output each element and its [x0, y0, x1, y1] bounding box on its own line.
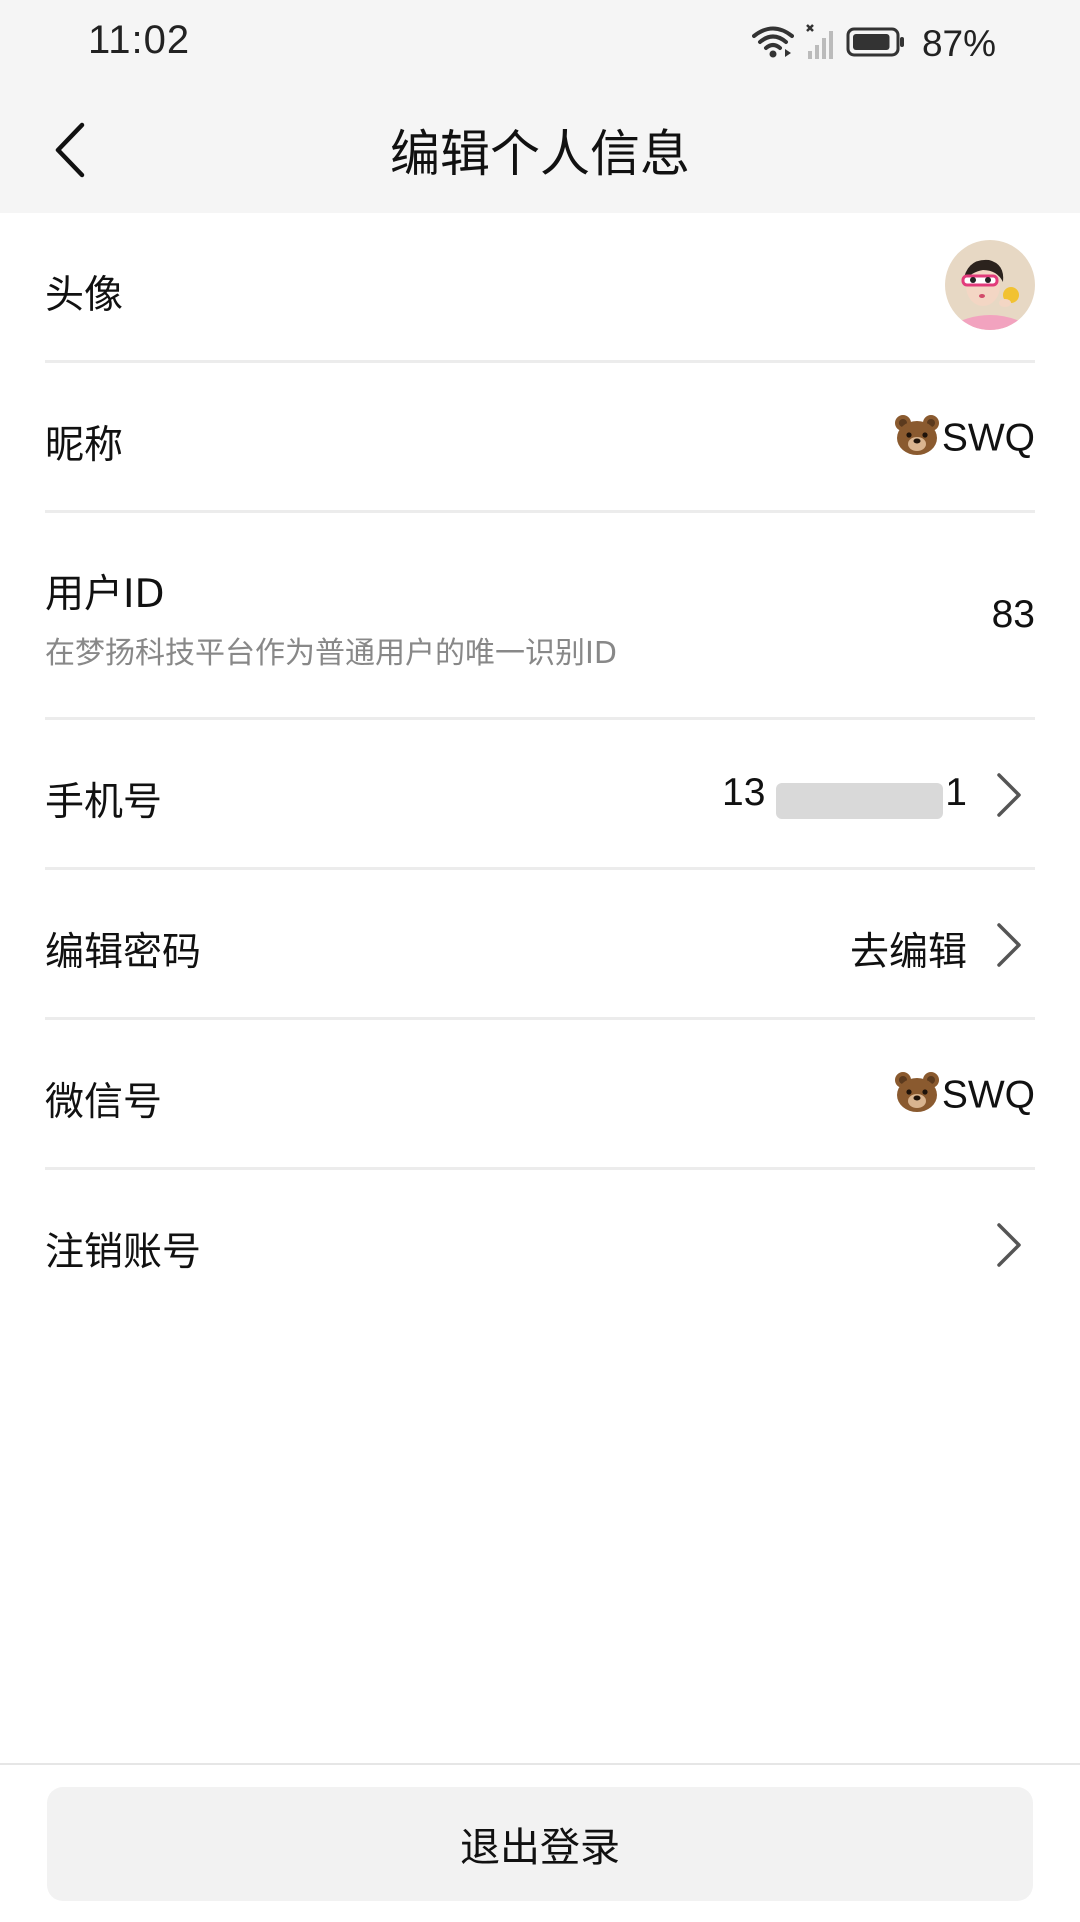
nav-bar: 编辑个人信息 — [0, 88, 1080, 213]
status-time: 11:02 — [88, 18, 191, 62]
wechat-row[interactable]: 微信号 SWQ — [45, 1020, 1035, 1170]
avatar-label: 头像 — [45, 273, 124, 318]
user-id-label: 用户ID — [45, 572, 165, 617]
user-id-description: 在梦扬科技平台作为普通用户的唯一识别ID — [45, 636, 617, 671]
avatar-row[interactable]: 头像 — [45, 213, 1035, 363]
wechat-value: SWQ — [894, 1071, 1035, 1123]
phone-value-suffix: 1 — [945, 771, 967, 814]
battery-percent: 87% — [921, 23, 996, 64]
phone-redaction — [776, 783, 943, 819]
battery-icon — [846, 26, 906, 62]
password-label: 编辑密码 — [45, 930, 202, 975]
chevron-right-icon — [997, 773, 1021, 817]
user-id-row: 用户ID 在梦扬科技平台作为普通用户的唯一识别ID 83 — [45, 513, 1035, 720]
bear-emoji-icon — [894, 414, 940, 466]
bear-emoji-icon — [894, 1071, 940, 1123]
avatar[interactable] — [945, 240, 1035, 330]
wechat-text: SWQ — [941, 1073, 1035, 1117]
cancel-account-row[interactable]: 注销账号 — [45, 1170, 1035, 1320]
nickname-value: SWQ — [894, 414, 1035, 466]
status-bar: 11:02 87% — [0, 0, 1080, 88]
status-icons: 87% — [751, 20, 996, 68]
cancel-account-label: 注销账号 — [45, 1230, 202, 1275]
nickname-text: SWQ — [941, 416, 1035, 460]
logout-button[interactable]: 退出登录 — [47, 1787, 1033, 1901]
bottom-bar: 退出登录 — [0, 1763, 1080, 1922]
page-title: 编辑个人信息 — [390, 125, 690, 183]
profile-settings-list: 头像 昵称 SWQ 用户ID 在梦扬科技平台作为普通用户的唯一识别ID 83 手… — [0, 213, 1080, 1320]
wechat-label: 微信号 — [45, 1080, 163, 1125]
phone-label: 手机号 — [45, 780, 163, 825]
password-row[interactable]: 编辑密码 去编辑 — [45, 870, 1035, 1020]
wifi-icon — [751, 25, 794, 63]
chevron-right-icon — [997, 923, 1021, 967]
signal-off-icon — [804, 23, 836, 65]
user-id-value: 83 — [991, 593, 1035, 636]
nickname-label: 昵称 — [45, 423, 124, 468]
password-edit-link[interactable]: 去编辑 — [850, 921, 967, 977]
chevron-right-icon — [997, 1223, 1021, 1267]
nickname-row[interactable]: 昵称 SWQ — [45, 363, 1035, 513]
phone-row[interactable]: 手机号 13 1 — [45, 720, 1035, 870]
phone-value-prefix: 13 — [722, 771, 766, 814]
